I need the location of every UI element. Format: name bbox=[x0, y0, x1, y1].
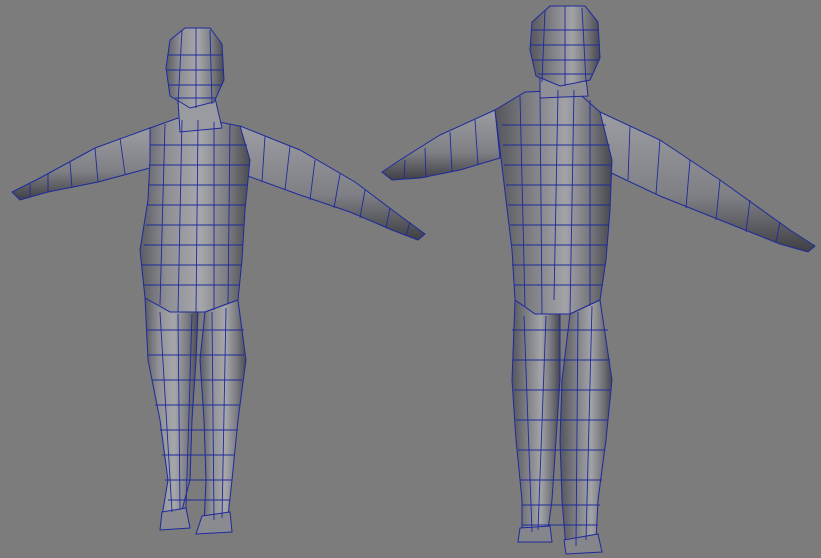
front-right-arm bbox=[239, 125, 426, 241]
front-right-leg bbox=[199, 299, 247, 527]
front-left-leg bbox=[144, 297, 199, 517]
low-poly-human-back-view[interactable] bbox=[381, 5, 816, 555]
3d-viewport[interactable] bbox=[0, 0, 821, 558]
front-left-arm bbox=[11, 127, 151, 201]
back-left-leg bbox=[511, 299, 561, 535]
front-torso bbox=[139, 117, 251, 313]
front-head bbox=[165, 27, 225, 109]
back-torso bbox=[494, 89, 613, 315]
back-right-arm bbox=[599, 111, 816, 253]
low-poly-human-front-view[interactable] bbox=[11, 27, 426, 535]
back-left-foot bbox=[517, 525, 553, 543]
back-right-leg bbox=[559, 299, 613, 549]
front-left-foot bbox=[159, 507, 191, 531]
back-left-arm bbox=[381, 109, 501, 181]
